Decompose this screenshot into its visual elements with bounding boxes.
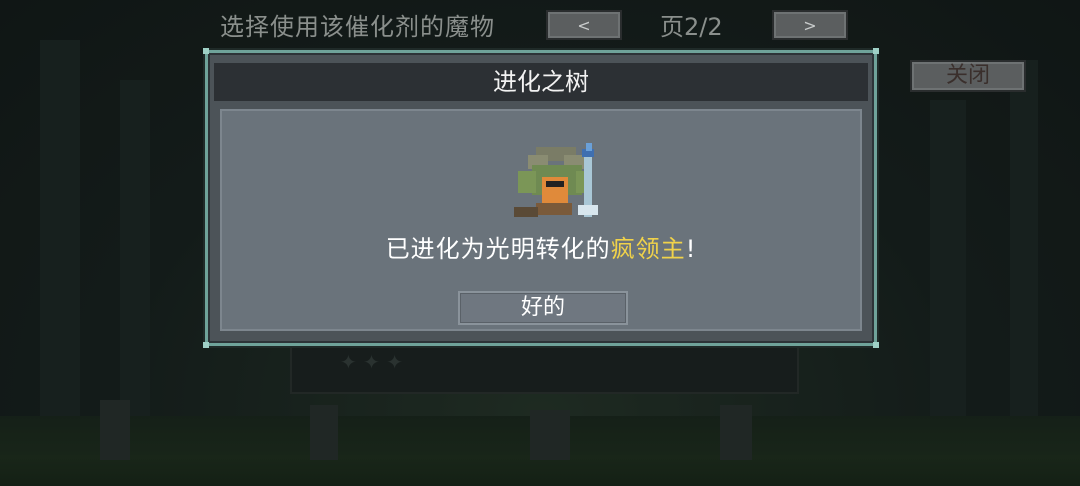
evolution-dialog: 进化之树 已进化为光明转化的疯领主! 好的	[203, 48, 879, 348]
evolution-message: 已进化为光明转化的疯领主!	[222, 229, 860, 264]
monster-name: 疯领主	[610, 235, 686, 263]
page-title: 选择使用该催化剂的魔物	[220, 13, 495, 41]
dialog-corner	[873, 342, 879, 348]
monster-sprite-icon	[514, 143, 598, 217]
dialog-body: 已进化为光明转化的疯领主! 好的	[220, 109, 862, 331]
prev-page-button[interactable]: <	[546, 10, 622, 40]
dialog-corner	[203, 342, 209, 348]
page-indicator: 页2/2	[660, 13, 723, 41]
message-suffix: !	[685, 235, 697, 263]
next-page-button[interactable]: >	[772, 10, 848, 40]
dialog-title: 进化之树	[214, 63, 868, 101]
close-button[interactable]: 关闭	[910, 60, 1026, 92]
dialog-corner	[873, 48, 879, 54]
message-prefix: 已进化为光明转化的	[385, 235, 611, 263]
dialog-corner	[203, 48, 209, 54]
ok-button[interactable]: 好的	[458, 291, 628, 325]
